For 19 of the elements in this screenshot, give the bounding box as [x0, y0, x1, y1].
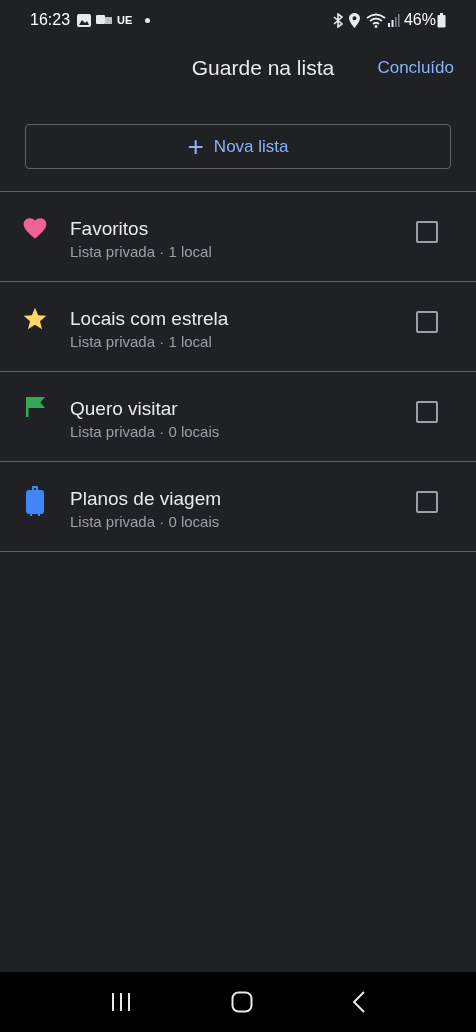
list-name: Planos de viagem [70, 487, 223, 511]
carrier-label: UE [117, 12, 133, 28]
list-item[interactable]: Quero visitar Lista privada · 0 locais [0, 372, 476, 462]
new-list-button[interactable]: + Nova lista [25, 124, 451, 169]
list-details: Lista privada · 0 locais [70, 422, 221, 442]
list-details: Lista privada · 0 locais [70, 512, 221, 532]
list-details: Lista privada · 1 local [70, 332, 213, 352]
list-details: Lista privada · 1 local [70, 242, 213, 262]
done-button[interactable]: Concluído [377, 55, 454, 81]
dialog-title: Guarde na lista [191, 55, 335, 82]
list-item[interactable]: Locais com estrela Lista privada · 1 local [0, 282, 476, 372]
plus-icon: + [187, 132, 204, 161]
status-time: 16:23 [30, 10, 71, 30]
list-name: Locais com estrela [70, 307, 230, 331]
battery-percentage: 46% [403, 10, 436, 30]
list-item[interactable]: Favoritos Lista privada · 1 local [0, 192, 476, 282]
list-name: Favoritos [70, 217, 150, 241]
list-item[interactable]: Planos de viagem Lista privada · 0 locais [0, 462, 476, 552]
list-name: Quero visitar [70, 397, 179, 421]
